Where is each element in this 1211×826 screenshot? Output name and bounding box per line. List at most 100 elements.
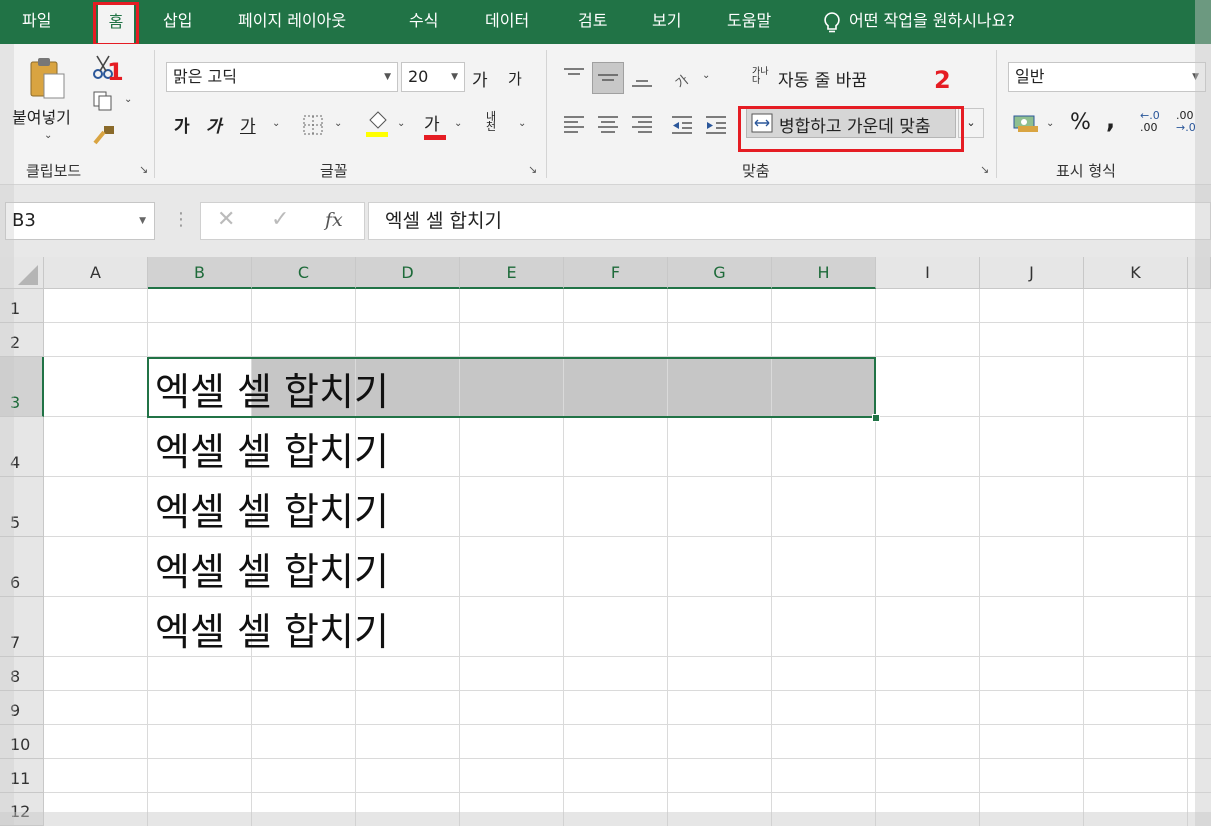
middle-align-button[interactable] xyxy=(592,62,624,94)
font-launcher-icon[interactable]: ↘ xyxy=(528,164,540,176)
tab-review[interactable]: 검토 xyxy=(578,0,607,44)
grow-font-button[interactable]: 가 xyxy=(472,66,488,91)
shrink-font-button[interactable]: 가 xyxy=(508,68,522,89)
gridline xyxy=(1187,289,1188,826)
font-color-glyph: 가 xyxy=(424,115,440,135)
format-painter-icon[interactable] xyxy=(92,124,116,146)
borders-icon[interactable] xyxy=(302,114,324,136)
bold-button[interactable]: 가 xyxy=(174,112,190,137)
align-left-icon[interactable] xyxy=(562,114,586,136)
column-header-c[interactable]: C xyxy=(252,257,356,289)
fill-color-dropdown-icon[interactable]: ⌄ xyxy=(397,118,405,129)
column-header-f[interactable]: F xyxy=(564,257,668,289)
gridline xyxy=(44,758,1211,759)
paste-dropdown-icon[interactable]: ⌄ xyxy=(44,130,52,141)
merge-center-highlight xyxy=(738,106,964,152)
group-divider xyxy=(996,50,997,178)
accounting-dropdown-icon[interactable]: ⌄ xyxy=(1046,118,1054,129)
top-align-icon[interactable] xyxy=(562,66,586,86)
increase-decimal-button[interactable]: ←.0 .00 xyxy=(1140,110,1170,138)
column-header-e[interactable]: E xyxy=(460,257,564,289)
italic-button[interactable]: 가 xyxy=(206,112,222,137)
formula-input[interactable]: 엑셀 셀 합치기 xyxy=(368,202,1211,240)
column-header-i[interactable]: I xyxy=(876,257,980,289)
alignment-group-label: 맞춤 xyxy=(742,162,770,180)
group-divider xyxy=(154,50,155,178)
tab-formulas[interactable]: 수식 xyxy=(409,0,438,44)
accounting-format-icon[interactable] xyxy=(1012,112,1040,134)
fill-color-icon[interactable] xyxy=(364,110,390,138)
font-color-dropdown-icon[interactable]: ⌄ xyxy=(454,118,462,129)
wrap-text-label: 자동 줄 바꿈 xyxy=(778,71,868,91)
gridline xyxy=(44,792,1211,793)
paste-label: 붙여넣기 xyxy=(12,108,71,127)
cell-b6[interactable]: 엑셀 셀 합치기 xyxy=(155,541,389,596)
font-color-swatch xyxy=(424,135,446,140)
chevron-down-icon: ▼ xyxy=(139,216,146,226)
borders-dropdown-icon[interactable]: ⌄ xyxy=(334,118,342,129)
paste-button[interactable]: 붙여넣기 ⌄ xyxy=(10,54,86,154)
orientation-icon[interactable]: 가 xyxy=(672,64,698,90)
decrease-indent-icon[interactable] xyxy=(670,114,694,136)
cell-b5[interactable]: 엑셀 셀 합치기 xyxy=(155,481,389,536)
align-center-icon[interactable] xyxy=(596,114,620,136)
step-marker-1: 1 xyxy=(107,58,124,86)
copy-dropdown-icon[interactable]: ⌄ xyxy=(124,94,132,105)
fill-handle[interactable] xyxy=(872,414,880,422)
underline-button[interactable]: 가 xyxy=(240,112,256,137)
tab-page-layout[interactable]: 페이지 레이아웃 xyxy=(238,0,346,44)
alignment-launcher-icon[interactable]: ↘ xyxy=(980,164,992,176)
font-name-value: 맑은 고딕 xyxy=(173,67,237,86)
font-size-select[interactable]: 20 ▼ xyxy=(401,62,465,92)
gridline xyxy=(1083,289,1084,826)
underline-dropdown-icon[interactable]: ⌄ xyxy=(272,118,280,129)
lightbulb-icon xyxy=(824,12,840,33)
tab-help[interactable]: 도움말 xyxy=(727,0,771,44)
column-header-k[interactable]: K xyxy=(1084,257,1188,289)
align-right-icon[interactable] xyxy=(630,114,654,136)
column-header-d[interactable]: D xyxy=(356,257,460,289)
tell-me-search[interactable]: 어떤 작업을 원하시나요? xyxy=(849,0,1015,44)
enter-icon[interactable]: ✓ xyxy=(271,207,289,232)
cell-b4[interactable]: 엑셀 셀 합치기 xyxy=(155,421,389,476)
column-header-g[interactable]: G xyxy=(668,257,772,289)
frame-overlay-left xyxy=(0,44,14,826)
tab-data[interactable]: 데이터 xyxy=(485,0,529,44)
percent-style-button[interactable]: % xyxy=(1070,110,1091,135)
middle-align-icon xyxy=(598,74,618,81)
gridline xyxy=(44,322,1211,323)
clipboard-group-label: 클립보드 xyxy=(26,162,82,180)
insert-function-button[interactable]: fx xyxy=(325,209,343,231)
cell-b7[interactable]: 엑셀 셀 합치기 xyxy=(155,601,389,656)
number-format-select[interactable]: 일반 ▼ xyxy=(1008,62,1206,92)
decrease-decimal-icon: →.0 xyxy=(1176,121,1196,134)
clipboard-launcher-icon[interactable]: ↘ xyxy=(139,164,151,176)
tab-view[interactable]: 보기 xyxy=(652,0,681,44)
orientation-dropdown-icon[interactable]: ⌄ xyxy=(702,70,710,81)
column-header-b[interactable]: B xyxy=(148,257,252,289)
tab-file[interactable]: 파일 xyxy=(22,0,51,44)
increase-indent-icon[interactable] xyxy=(704,114,728,136)
font-color-button[interactable]: 가 xyxy=(424,110,446,140)
bottom-align-icon[interactable] xyxy=(630,66,654,90)
name-box[interactable]: B3 ▼ xyxy=(5,202,155,240)
cancel-icon[interactable]: ✕ xyxy=(217,207,235,232)
selection-border xyxy=(147,357,876,418)
gridline xyxy=(979,289,980,826)
copy-icon[interactable] xyxy=(92,90,114,112)
phonetic-button[interactable]: 내천 xyxy=(486,111,500,132)
name-box-value: B3 xyxy=(12,210,36,231)
font-name-select[interactable]: 맑은 고딕 ▼ xyxy=(166,62,398,92)
chevron-down-icon: ▼ xyxy=(451,72,458,82)
frame-overlay-right xyxy=(1195,0,1211,826)
column-header-j[interactable]: J xyxy=(980,257,1084,289)
ribbon-home: 붙여넣기 ⌄ 1 ⌄ 클립보드 ↘ 맑은 고딕 ▼ 20 ▼ 가 가 가 가 가… xyxy=(0,44,1211,185)
column-header-h[interactable]: H xyxy=(772,257,876,289)
phonetic-dropdown-icon[interactable]: ⌄ xyxy=(518,118,526,129)
gridline xyxy=(44,596,1211,597)
tab-insert[interactable]: 삽입 xyxy=(163,0,192,44)
comma-style-button[interactable]: , xyxy=(1106,106,1115,134)
font-size-value: 20 xyxy=(408,67,429,86)
number-format-value: 일반 xyxy=(1015,67,1045,86)
column-header-a[interactable]: A xyxy=(44,257,148,289)
